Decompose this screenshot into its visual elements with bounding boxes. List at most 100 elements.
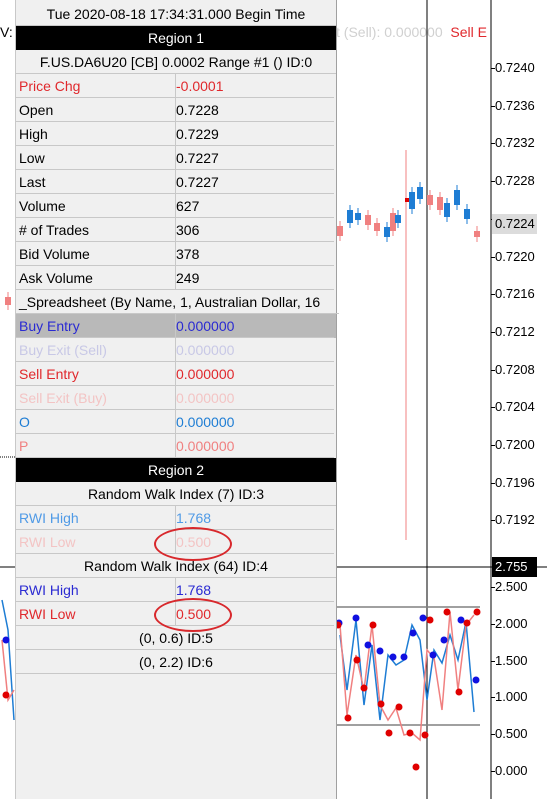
row-value: 306 [175,218,334,242]
price-bar-body [409,192,415,209]
axis-tick-label: 0.7220 [495,248,535,264]
data-row[interactable]: Ask Volume 249 [16,266,336,290]
row-label: Low [16,146,176,170]
data-row[interactable]: # of Trades 306 [16,218,336,242]
price-bar-body [355,213,361,220]
axis-tick-label: 0.7192 [495,512,535,528]
price-bar-body [444,203,450,217]
price-bar-body [337,226,343,236]
region2-header: Region 2 [16,458,336,482]
data-row[interactable]: Buy Entry 0.000000 [16,314,336,338]
axis-tick-label: 0.500 [495,726,528,742]
row-value: 0.7228 [175,98,334,122]
row-label: High [16,122,176,146]
data-row[interactable]: O 0.000000 [16,410,336,434]
rwi-low-dot [395,703,403,711]
rwi-low-dot [443,608,451,616]
buy-exit-header: t (Sell): 0.000000 [336,24,443,40]
rwi-high-dot [409,629,417,637]
row-label: Price Chg [16,74,176,98]
axis-tick-label: 1.500 [495,652,528,668]
row-value: 0.7227 [175,146,334,170]
row-label: Ask Volume [16,266,176,290]
row-label: Sell Entry [16,362,176,386]
price-bar-body [437,197,443,210]
row-label: RWI Low [16,530,176,554]
data-row[interactable]: P 0.000000 [16,434,336,458]
data-row[interactable]: RWI High 1.768 [16,578,336,602]
axis-tick-label: 2.500 [495,579,528,594]
axis-tick [491,520,495,522]
instrument-row: F.US.DA6U20 [CB] 0.0002 Range #1 () ID:0 [16,50,336,74]
price-bar-body [347,210,353,223]
rwi-low-dot [344,714,352,722]
axis-tick [491,771,495,772]
axis-tick [491,105,495,107]
row-value: 249 [175,266,334,290]
axis-tick-label: 0.7216 [495,286,535,302]
spreadsheet-title: _Spreadsheet (By Name, 1, Australian Dol… [16,290,339,314]
axis-tick [491,482,495,484]
data-row[interactable]: RWI High 1.768 [16,506,336,530]
axis-tick [491,256,495,258]
price-bar-body [365,215,371,225]
axis-tick [491,660,495,662]
time-row: Tue 2020-08-18 17:34:31.000 Begin Time [16,2,336,26]
axis-tick-label: 0.7232 [495,135,535,151]
rwi-high-dot [364,641,372,649]
price-bar-body [454,190,460,205]
data-row[interactable]: High 0.7229 [16,122,336,146]
sell-entry-header: Sell E [450,24,487,40]
rwi7-title: Random Walk Index (7) ID:3 [16,482,336,506]
row-value: 627 [175,194,334,218]
row-value: 0.000000 [175,386,334,410]
row-label: # of Trades [16,218,176,242]
rwi-low-dot [2,691,10,699]
axis-tick-label: 0.7208 [495,361,535,377]
rwi-low-dot [426,616,434,624]
rwi-low-dot [406,729,414,737]
rwi-low-dot [353,656,361,664]
chart-header-study-values: t (Sell): 0.000000 Sell E [336,24,487,40]
axis-tick [491,294,495,296]
axis-tick [491,68,495,69]
data-row[interactable]: Volume 627 [16,194,336,218]
axis-tick-label: 0.7228 [495,173,535,189]
data-row[interactable]: Buy Exit (Sell) 0.000000 [16,338,336,362]
rwi-high-dot [429,651,437,659]
axis-tick-label: 0.000 [495,763,528,778]
row-label: Open [16,98,176,122]
line-study-2: (0, 2.2) ID:6 [16,650,336,674]
data-row[interactable]: Sell Entry 0.000000 [16,362,336,386]
row-label: O [16,410,176,434]
data-row[interactable]: Bid Volume 378 [16,242,336,266]
rwi-high-dot [457,616,465,624]
rwi-low-dot [385,729,393,737]
axis-tick [491,143,495,145]
row-value: 0.7229 [175,122,334,146]
rwi-low-dot [377,700,385,708]
rwi-low-dot [412,763,420,771]
row-value: 0.000000 [175,410,334,434]
data-row[interactable]: Low 0.7227 [16,146,336,170]
row-value: 0.000000 [175,314,334,338]
rwi-low-dot [473,608,481,616]
rwi-high-dot [419,614,427,622]
axis-tick [491,445,495,446]
price-bar-body [464,209,470,219]
price-bar-body [374,223,380,231]
data-row[interactable]: Sell Exit (Buy) 0.000000 [16,386,336,410]
rwi-high-dot [400,653,408,661]
axis-tick [491,623,495,625]
axis-tick-label: 0.7212 [495,323,535,339]
data-row[interactable]: Open 0.7228 [16,98,336,122]
axis-tick [491,331,495,333]
price-bar-body [395,215,401,223]
axis-tick [491,369,495,371]
rwi-high-dot [472,676,480,684]
row-value: 0.000000 [175,338,334,362]
data-row[interactable]: Last 0.7227 [16,170,336,194]
chart-values-window[interactable]: Tue 2020-08-18 17:34:31.000 Begin Time R… [15,0,339,799]
row-value: 378 [175,242,334,266]
data-row[interactable]: Price Chg -0.0001 [16,74,336,98]
